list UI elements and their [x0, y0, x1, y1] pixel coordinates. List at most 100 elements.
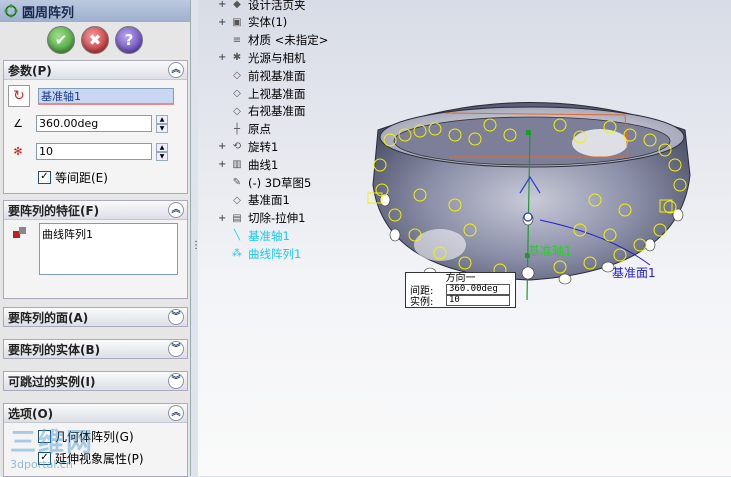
tree-item-label: 切除-拉伸1 [248, 211, 306, 226]
instance-count-icon: ✻ [13, 144, 23, 158]
reverse-direction-icon[interactable]: ↻ [8, 85, 30, 107]
collapse-icon[interactable]: ︽ [168, 62, 184, 78]
tree-item-label: 基准面1 [248, 193, 290, 208]
collapse-icon[interactable]: ︽ [168, 405, 184, 421]
equal-spacing-row: ✓ 等间距(E) [38, 169, 108, 186]
tree-item-label: 曲线1 [248, 157, 279, 172]
bodies-header-label: 要阵列的实体(B) [8, 342, 101, 357]
feature-tree: + ◆ 设计活页夹 + ▣ 实体(1) ≡ 材质 <未指定> + ✱ 光源与相机 ◇ 前视基准面 ◇ 上视基… [218, 0, 368, 280]
expand-icon[interactable]: + [218, 213, 230, 224]
solid-body-icon: ▣ [232, 16, 242, 28]
axis-row: ↻ 基准轴1 [8, 85, 174, 107]
plane-icon: ◇ [233, 105, 241, 117]
expand-icon[interactable]: + [218, 17, 230, 28]
callout-spacing-value[interactable]: 360.00deg [446, 284, 510, 295]
tree-item-label: 前视基准面 [248, 68, 306, 83]
tree-item[interactable]: ◇ 右视基准面 [218, 103, 306, 120]
curve-pattern-icon: ⁂ [232, 248, 242, 260]
params-header[interactable]: 参数(P) ︽ [4, 61, 187, 80]
tree-item[interactable]: + ▥ 曲线1 [218, 156, 278, 173]
x-icon: ✖ [88, 31, 102, 49]
tree-item[interactable]: + ✱ 光源与相机 [218, 49, 306, 66]
skip-instances-header-label: 可跳过的实例(I) [8, 374, 96, 389]
tree-item[interactable]: ◇ 基准面1 [218, 192, 290, 209]
axis-icon: ╲ [233, 230, 241, 242]
cancel-button[interactable]: ✖ [81, 26, 109, 54]
faces-header[interactable]: 要阵列的面(A) ︾ [4, 308, 187, 326]
panel-splitter-handle[interactable]: ⋮ [191, 240, 201, 260]
cut-extrude-icon: ▤ [232, 212, 242, 224]
count-spinner[interactable]: ▲ ▼ [156, 142, 168, 161]
options-header-label: 选项(O) [8, 406, 54, 421]
count-field[interactable]: 10 [36, 142, 152, 160]
options-header[interactable]: 选项(O) ︽ [4, 404, 187, 423]
list-item[interactable]: 曲线阵列1 [42, 226, 175, 242]
faces-group: 要阵列的面(A) ︾ [3, 307, 188, 327]
angle-icon: ∠ [13, 116, 23, 130]
angle-row: ∠ 360.00deg ▲ ▼ [8, 113, 168, 133]
features-header[interactable]: 要阵列的特征(F) ︽ [4, 201, 187, 220]
plane-icon: ◇ [233, 194, 241, 206]
collapse-icon[interactable]: ︽ [168, 202, 184, 218]
tree-item-label: 材质 <未指定> [248, 33, 329, 48]
tree-item-label: 设计活页夹 [248, 0, 306, 12]
property-manager: 圆周阵列 ✔ ✖ ? 参数(P) ︽ ↻ 基准轴1 ∠ 360.00deg ▲ ▼ … [0, 0, 191, 477]
tree-item[interactable]: ◇ 前视基准面 [218, 67, 306, 84]
tree-item[interactable]: + ▣ 实体(1) [218, 14, 287, 31]
skip-instances-header[interactable]: 可跳过的实例(I) ︾ [4, 372, 187, 390]
tree-item[interactable]: + ▤ 切除-拉伸1 [218, 210, 305, 227]
tree-item-label: 原点 [248, 122, 271, 137]
bodies-header[interactable]: 要阵列的实体(B) ︾ [4, 340, 187, 358]
circular-pattern-icon [4, 4, 18, 18]
curve-icon: ▥ [232, 159, 242, 171]
plane-icon: ◇ [233, 70, 241, 82]
faces-header-label: 要阵列的面(A) [8, 310, 89, 325]
question-icon: ? [124, 31, 134, 49]
bodies-group: 要阵列的实体(B) ︾ [3, 339, 188, 359]
equal-spacing-checkbox[interactable]: ✓ [38, 171, 51, 184]
panel-title: 圆周阵列 [22, 5, 75, 21]
equal-spacing-label: 等间距(E) [55, 171, 108, 185]
lights-icon: ✱ [232, 52, 242, 64]
tree-item-label: 旋转1 [248, 139, 279, 154]
tree-item[interactable]: + ◆ 设计活页夹 [218, 0, 306, 13]
expand-icon[interactable]: + [218, 141, 230, 152]
ok-button[interactable]: ✔ [47, 26, 75, 54]
expand-icon[interactable]: + [218, 159, 230, 170]
tree-item-label: 光源与相机 [248, 50, 306, 65]
check-icon: ✔ [54, 31, 68, 49]
expand-icon[interactable]: + [218, 0, 230, 10]
tree-item[interactable]: ┼ 原点 [218, 121, 271, 138]
tree-item[interactable]: + ⟲ 旋转1 [218, 138, 278, 155]
expand-icon[interactable]: ︾ [168, 309, 184, 325]
features-header-label: 要阵列的特征(F) [8, 203, 100, 218]
expand-icon[interactable]: + [218, 52, 230, 63]
expand-icon[interactable]: ︾ [168, 373, 184, 389]
tree-item[interactable]: ╲ 基准轴1 [218, 227, 290, 244]
tree-item[interactable]: ◇ 上视基准面 [218, 85, 305, 102]
angle-spinner[interactable]: ▲ ▼ [156, 114, 168, 133]
features-list[interactable]: 曲线阵列1 [39, 223, 178, 275]
help-button[interactable]: ? [115, 26, 143, 54]
sketch-icon: ✎ [232, 177, 242, 188]
angle-field[interactable]: 360.00deg [36, 114, 152, 132]
revolve-icon: ⟲ [232, 141, 242, 153]
callout-count-value[interactable]: 10 [446, 295, 510, 306]
tree-item-label: 基准轴1 [248, 228, 290, 243]
expand-icon[interactable]: ︾ [168, 341, 184, 357]
material-icon: ≡ [232, 34, 242, 46]
callout-count-row: 实例: 10 [406, 295, 515, 308]
axis-field[interactable]: 基准轴1 [38, 87, 174, 105]
tree-item-label: 右视基准面 [248, 104, 306, 119]
panel-title-bar: 圆周阵列 [0, 0, 190, 22]
folder-icon: ◆ [233, 0, 241, 10]
tree-item-label: (-) 3D草图5 [248, 175, 312, 190]
plane-icon: ◇ [233, 88, 241, 99]
tree-item[interactable]: ⁂ 曲线阵列1 [218, 245, 301, 262]
tree-item[interactable]: ✎ (-) 3D草图5 [218, 174, 311, 191]
pattern-callout: 方向一 间距: 360.00deg 实例: 10 [405, 272, 516, 308]
params-group: 参数(P) ︽ ↻ 基准轴1 ∠ 360.00deg ▲ ▼ ✻ 10 ▲ ▼ ✓ 等… [3, 60, 188, 194]
skip-instances-group: 可跳过的实例(I) ︾ [3, 371, 188, 391]
tree-item[interactable]: ≡ 材质 <未指定> [218, 32, 329, 49]
axis-label: 基准轴1 [528, 244, 572, 258]
